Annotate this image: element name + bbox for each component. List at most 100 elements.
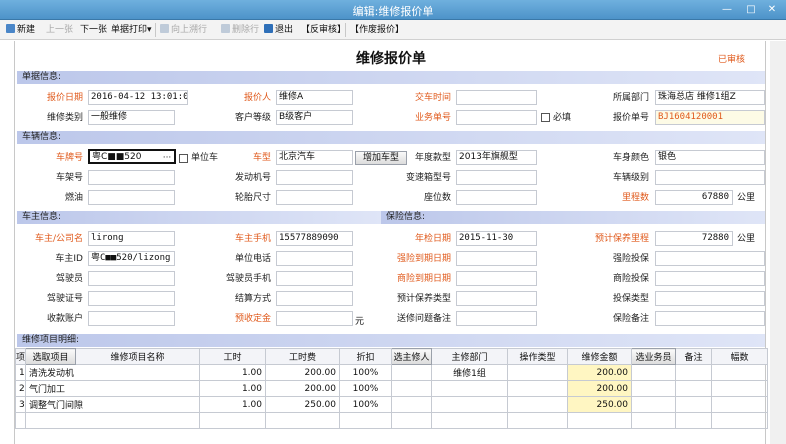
engine-field[interactable] xyxy=(276,170,353,185)
repair-type-field[interactable]: 一般维修 xyxy=(88,110,175,125)
void-quote-button[interactable]: 【作废报价】 xyxy=(350,24,404,36)
delete-row-label: 删除行 xyxy=(232,25,260,35)
required-checkbox[interactable] xyxy=(541,113,550,122)
section-vehicle: 车辆信息: xyxy=(17,131,765,144)
mileage-field[interactable]: 67880 xyxy=(655,190,733,205)
cell-fee[interactable]: 200.00 xyxy=(265,380,340,397)
expire-label: 强险到期日期 xyxy=(396,254,451,264)
table-row[interactable] xyxy=(15,412,768,429)
prev-button[interactable]: 上一张 xyxy=(46,24,73,36)
maint-mileage-field[interactable]: 72880 xyxy=(655,231,733,246)
cell-hours[interactable]: 1.00 xyxy=(199,380,266,397)
annual-field[interactable]: 2015-11-30 xyxy=(456,231,537,246)
cell-op[interactable] xyxy=(507,396,568,413)
business-no-label: 业务单号 xyxy=(414,113,451,123)
gearbox-field[interactable] xyxy=(456,170,537,185)
table-row[interactable]: 1 清洗发动机 1.00 200.00 100% 维修1组 200.00 xyxy=(15,364,768,381)
cell-hours[interactable]: 1.00 xyxy=(199,364,266,381)
print-button[interactable]: 单据打印▾ xyxy=(111,24,152,36)
mileage-label: 里程数 xyxy=(621,193,649,203)
business-no-field[interactable] xyxy=(456,110,537,125)
cell-op[interactable] xyxy=(507,364,568,381)
cell-fee[interactable]: 250.00 xyxy=(265,396,340,413)
cell-amount[interactable]: 250.00 xyxy=(567,396,632,413)
owner-id-field[interactable]: 粤C■■520/lizong xyxy=(88,251,175,266)
commercial-expire-field[interactable] xyxy=(456,271,537,286)
fuel-field[interactable] xyxy=(88,190,175,205)
settle-field[interactable] xyxy=(276,291,353,306)
new-button[interactable]: 新建 xyxy=(6,24,35,36)
table-row[interactable]: 2 气门加工 1.00 200.00 100% 200.00 xyxy=(15,380,768,397)
compulsory-field[interactable] xyxy=(655,251,765,266)
exit-button[interactable]: 退出 xyxy=(264,24,293,36)
cell-item-name[interactable]: 清洗发动机 xyxy=(25,364,200,381)
col-amount: 维修金额 xyxy=(567,348,632,365)
quoter-field[interactable]: 维修A xyxy=(276,90,353,105)
cell-amount[interactable]: 200.00 xyxy=(567,380,632,397)
vertical-scrollbar[interactable] xyxy=(770,41,786,444)
ins-remark-field[interactable] xyxy=(655,311,765,326)
quote-date-label: 报价日期 xyxy=(46,93,83,103)
phone-field[interactable]: 15577889090 xyxy=(276,231,353,246)
unit-car-checkbox[interactable] xyxy=(179,154,188,163)
cell-dept[interactable] xyxy=(431,396,508,413)
maint-type-field[interactable] xyxy=(456,291,537,306)
select-item-button[interactable]: 选取项目 xyxy=(25,348,76,365)
color-field[interactable]: 银色 xyxy=(655,150,765,165)
driver-phone-field[interactable] xyxy=(276,271,353,286)
commercial-field[interactable] xyxy=(655,271,765,286)
level-field[interactable] xyxy=(655,170,765,185)
cell-item-name[interactable]: 调整气门间隙 xyxy=(25,396,200,413)
cell-fee[interactable]: 200.00 xyxy=(265,364,340,381)
unit-phone-field[interactable] xyxy=(276,251,353,266)
receivable-field[interactable] xyxy=(88,311,175,326)
seats-field[interactable] xyxy=(456,190,537,205)
quote-date-field[interactable]: 2016-04-12 13:01:04 xyxy=(88,90,188,105)
cell-dept[interactable]: 维修1组 xyxy=(431,364,508,381)
add-model-button[interactable]: 增加车型 xyxy=(355,151,407,165)
phone-label: 车主手机 xyxy=(234,234,271,244)
cell-discount[interactable]: 100% xyxy=(339,364,392,381)
unapprove-button[interactable]: 【反审核】 xyxy=(301,24,346,36)
table-row[interactable]: 3 调整气门间隙 1.00 250.00 100% 250.00 xyxy=(15,396,768,413)
prepay-field[interactable] xyxy=(276,311,353,326)
quote-no-field[interactable]: BJ1604120001 xyxy=(655,110,765,125)
cell-hours[interactable]: 1.00 xyxy=(199,396,266,413)
section-items: 维修项目明细: xyxy=(17,334,765,347)
frame-field[interactable] xyxy=(88,170,175,185)
delivery-time-field[interactable] xyxy=(456,90,537,105)
cell-discount[interactable]: 100% xyxy=(339,396,392,413)
cell-op[interactable] xyxy=(507,380,568,397)
plate-lookup-button[interactable]: ··· xyxy=(160,151,174,165)
dept-field[interactable]: 珠海总店 维修1组Z xyxy=(655,90,765,105)
tire-field[interactable] xyxy=(276,190,353,205)
customer-level-field[interactable]: B级客户 xyxy=(276,110,353,125)
cell-amount[interactable]: 200.00 xyxy=(567,364,632,381)
select-salesman-button[interactable]: 选业务员 xyxy=(631,348,676,365)
select-main-repairer-button[interactable]: 选主修人 xyxy=(391,348,432,365)
license-field[interactable] xyxy=(88,291,175,306)
col-hours: 工时 xyxy=(199,348,266,365)
company-field[interactable]: lirong xyxy=(88,231,175,246)
remark-label: 送修问题备注 xyxy=(396,314,451,324)
upstream-button[interactable]: 向上溯行 xyxy=(160,24,207,36)
delivery-time-label: 交车时间 xyxy=(414,93,451,103)
ins-type-field[interactable] xyxy=(655,291,765,306)
cell-discount[interactable]: 100% xyxy=(339,380,392,397)
maximize-button[interactable]: □ xyxy=(744,3,758,17)
cell-item-name[interactable]: 气门加工 xyxy=(25,380,200,397)
delete-row-button[interactable]: 删除行 xyxy=(221,24,259,36)
expire-field[interactable] xyxy=(456,251,537,266)
col-op-type: 操作类型 xyxy=(507,348,568,365)
brand-field[interactable]: 北京汽车 xyxy=(276,150,353,165)
new-icon xyxy=(6,24,15,33)
driver-field[interactable] xyxy=(88,271,175,286)
col-no: 项 xyxy=(15,348,26,365)
cell-dept[interactable] xyxy=(431,380,508,397)
close-button[interactable]: ✕ xyxy=(765,3,779,17)
year-field[interactable]: 2013年旗舰型 xyxy=(456,150,537,165)
remark-field[interactable] xyxy=(456,311,537,326)
next-button[interactable]: 下一张 xyxy=(80,24,107,36)
delete-row-icon xyxy=(221,24,230,33)
minimize-button[interactable]: — xyxy=(720,3,734,17)
